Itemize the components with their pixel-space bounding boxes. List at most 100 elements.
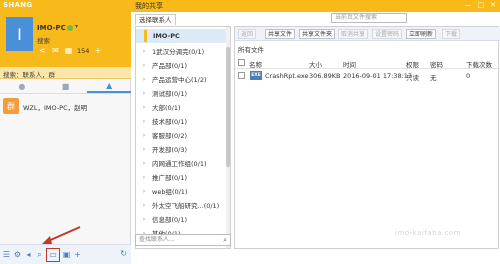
- tree-item-label: 1武汉分调完(0/1): [152, 48, 205, 56]
- search-icon[interactable]: ⌕: [223, 235, 227, 245]
- volume-icon[interactable]: ◂: [24, 249, 33, 261]
- column-password[interactable]: 密码: [430, 59, 443, 69]
- column-time[interactable]: 时间: [343, 59, 356, 69]
- tree-item-label: 产品部(0/1): [152, 62, 188, 70]
- menu-icon[interactable]: ☰: [2, 249, 11, 261]
- plus-icon[interactable]: +: [93, 46, 102, 55]
- gear-icon[interactable]: ⚙: [13, 249, 22, 261]
- left-tab-bar: ● ■ ▲: [0, 80, 132, 94]
- refresh-button[interactable]: 立即刷新: [406, 29, 437, 39]
- share-file-button[interactable]: 共享文件: [265, 29, 296, 39]
- expand-caret-icon[interactable]: ›: [140, 202, 148, 209]
- download-button[interactable]: 下载: [442, 29, 461, 39]
- bottom-toolbar: ☰ ⚙ ◂ ⌕ ▭ ▣ + ↻: [0, 244, 131, 264]
- contacts-icon: ■: [61, 82, 70, 91]
- tree-item-label: web组(0/1): [152, 188, 188, 196]
- set-password-button[interactable]: 设置密码: [372, 29, 403, 39]
- expand-caret-icon[interactable]: ›: [140, 118, 148, 125]
- share-icon[interactable]: <: [38, 46, 47, 55]
- expand-caret-icon[interactable]: ›: [140, 104, 148, 111]
- scroll-thumb[interactable]: [226, 47, 230, 167]
- app-brand: SHANG: [3, 1, 33, 9]
- file-panel: 返回 共享文件 共享文件夹 取消共享 设置密码 立即刷新 下载 所有文件 名称 …: [234, 26, 500, 249]
- contacts-card-icon[interactable]: ▣: [62, 249, 71, 261]
- mail-icon[interactable]: ✉: [51, 46, 60, 55]
- tree-item[interactable]: › 1武汉分调完(0/1): [136, 44, 230, 58]
- folder-share-icon[interactable]: ▭: [46, 247, 60, 262]
- file-downloads: 0: [466, 72, 471, 80]
- file-permission: 只读: [406, 74, 419, 82]
- expand-caret-icon[interactable]: ›: [140, 160, 148, 167]
- close-icon[interactable]: ✕: [490, 1, 496, 9]
- tree-item[interactable]: › 外太空飞船研究...(0/1): [136, 198, 230, 212]
- expand-caret-icon[interactable]: ›: [140, 216, 148, 223]
- column-size[interactable]: 大小: [309, 59, 322, 69]
- expand-caret-icon[interactable]: ›: [140, 62, 148, 69]
- selection-marker: [144, 30, 147, 42]
- chat-bubble-icon: ●: [18, 82, 26, 91]
- recent-group-item[interactable]: 群 WZL，IMO-PC，赵明: [0, 97, 131, 117]
- add-icon[interactable]: +: [73, 249, 82, 261]
- tab-chat[interactable]: ●: [0, 80, 44, 93]
- table-row[interactable]: EXE CrashRpt.exe 306.89KB 2016-09-01 17:…: [235, 70, 500, 82]
- tree-item[interactable]: › 客服部(0/2): [136, 128, 230, 142]
- contact-find-input[interactable]: 查找联系人... ⌕: [135, 234, 231, 246]
- expand-caret-icon[interactable]: ›: [140, 188, 148, 195]
- tree-item[interactable]: › 开发部(0/3): [136, 142, 230, 156]
- column-permission[interactable]: 权限: [406, 59, 419, 69]
- tree-item[interactable]: › 测试部(0/1): [136, 86, 230, 100]
- avatar[interactable]: I: [6, 17, 33, 51]
- tree-item[interactable]: › web组(0/1): [136, 184, 230, 198]
- tree-item[interactable]: › 产品运营中心(1/2): [136, 72, 230, 86]
- tree-item[interactable]: › 信息部(0/1): [136, 212, 230, 226]
- tree-scrollbar[interactable]: [226, 27, 230, 248]
- share-top-bar: 选择联系人 当前页文件搜索: [131, 12, 500, 25]
- share-folder-button[interactable]: 共享文件夹: [299, 29, 336, 39]
- tree-item[interactable]: › 产品部(0/1): [136, 58, 230, 72]
- expand-caret-icon[interactable]: ›: [140, 132, 148, 139]
- file-search-input[interactable]: 当前页文件搜索: [331, 13, 407, 23]
- search-icon[interactable]: ⌕: [35, 249, 44, 261]
- file-password: 无: [430, 74, 437, 82]
- tree-item[interactable]: › 技术部(0/1): [136, 114, 230, 128]
- share-window-title: 我的共享: [135, 2, 163, 10]
- cancel-share-button[interactable]: 取消共享: [338, 29, 369, 39]
- header-icon-bar: < ✉ ▦ 154 +: [38, 46, 102, 55]
- column-name[interactable]: 名称: [249, 59, 262, 69]
- exe-file-icon: EXE: [250, 71, 262, 80]
- minimize-icon[interactable]: —: [465, 1, 472, 9]
- username[interactable]: IMO-PC: [37, 24, 66, 32]
- watermark: imo-kaifaba.com: [395, 229, 462, 237]
- back-button[interactable]: 返回: [238, 29, 257, 39]
- expand-caret-icon[interactable]: ›: [140, 90, 148, 97]
- expand-caret-icon[interactable]: ›: [140, 76, 148, 83]
- tab-contacts[interactable]: ■: [44, 80, 88, 93]
- column-downloads[interactable]: 下载次数: [466, 59, 492, 69]
- calendar-icon[interactable]: ▦: [64, 46, 73, 55]
- expand-caret-icon[interactable]: ›: [140, 48, 148, 55]
- profile-search-hint[interactable]: 搜索: [37, 35, 50, 45]
- online-status-icon[interactable]: [67, 25, 73, 31]
- expand-caret-icon[interactable]: ›: [140, 174, 148, 181]
- tree-item-selected[interactable]: IMO-PC: [136, 29, 230, 43]
- share-titlebar: 我的共享 — □ ✕: [131, 0, 500, 12]
- person-icon: ▲: [106, 81, 113, 90]
- select-all-checkbox[interactable]: [238, 59, 245, 66]
- tree-item-label: 产品运营中心(1/2): [152, 76, 207, 84]
- tab-people[interactable]: ▲: [87, 80, 132, 93]
- contact-find-placeholder: 查找联系人...: [139, 236, 175, 243]
- window-controls: — □ ✕: [465, 1, 497, 9]
- sync-icon[interactable]: ↻: [120, 249, 127, 258]
- tree-item-label: 信息部(0/1): [152, 216, 188, 224]
- tree-item-label: 内网通工作组(0/1): [152, 160, 207, 168]
- tree-item[interactable]: › 内网通工作组(0/1): [136, 156, 230, 170]
- maximize-icon[interactable]: □: [478, 1, 485, 9]
- status-dropdown-icon[interactable]: ▾: [75, 23, 78, 30]
- contact-search-bar[interactable]: 搜索：联系人，群: [0, 67, 131, 79]
- tree-item[interactable]: › 推广部(0/1): [136, 170, 230, 184]
- tree-item-label: 外太空飞船研究...(0/1): [152, 202, 220, 210]
- tab-select-contact[interactable]: 选择联系人: [135, 14, 176, 25]
- tree-item[interactable]: › 大部(0/1): [136, 100, 230, 114]
- row-checkbox[interactable]: [238, 72, 245, 79]
- expand-caret-icon[interactable]: ›: [140, 146, 148, 153]
